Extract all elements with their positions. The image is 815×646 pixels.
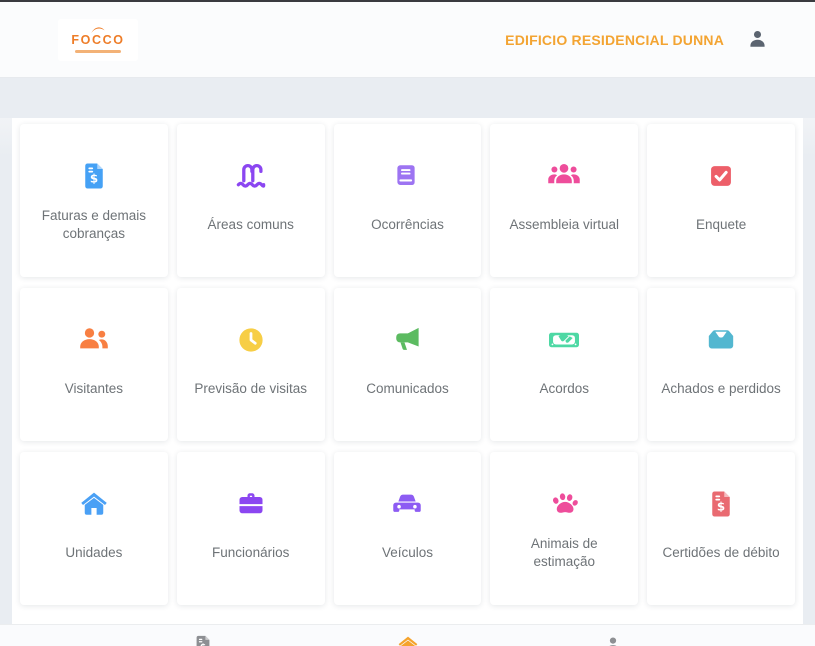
car-icon: [390, 485, 424, 523]
tile-label: Achados e perdidos: [661, 368, 780, 410]
tile-label: Faturas e demais cobranças: [29, 204, 159, 246]
tile-label: Certidões de débito: [663, 532, 780, 574]
tile-veiculos[interactable]: Veículos: [334, 452, 482, 605]
tile-assembleia-virtual[interactable]: Assembleia virtual: [490, 124, 638, 277]
invoice-dollar-icon: [79, 157, 109, 195]
building-name: EDIFICIO RESIDENCIAL DUNNA: [505, 32, 724, 48]
header-right-group: EDIFICIO RESIDENCIAL DUNNA: [505, 27, 770, 52]
home-icon: [79, 485, 109, 523]
pool-ladder-icon: [233, 157, 269, 195]
user-icon[interactable]: [745, 27, 770, 52]
tile-ocorrencias[interactable]: Ocorrências: [334, 124, 482, 277]
check-square-icon: [707, 157, 735, 195]
bottom-nav-inner: Faturas Início Meu perfil: [143, 625, 673, 646]
app-header: FOCCO EDIFICIO RESIDENCIAL DUNNA: [0, 2, 815, 78]
invoice-dollar-icon: [192, 634, 214, 646]
tile-enquete[interactable]: Enquete: [647, 124, 795, 277]
tile-certidoes-de-debito[interactable]: Certidões de débito: [647, 452, 795, 605]
tile-label: Previsão de visitas: [194, 368, 307, 410]
tile-areas-comuns[interactable]: Áreas comuns: [177, 124, 325, 277]
tile-label: Áreas comuns: [208, 204, 294, 246]
content-panel: Faturas e demais cobranças Áreas comuns …: [12, 118, 803, 646]
two-users-icon: [76, 321, 112, 359]
user-icon: [602, 634, 624, 646]
main-area: Faturas e demais cobranças Áreas comuns …: [0, 118, 815, 646]
tile-label: Veículos: [382, 532, 433, 574]
tile-label: Assembleia virtual: [510, 204, 620, 246]
focco-logo[interactable]: FOCCO: [58, 19, 138, 61]
briefcase-icon: [236, 485, 266, 523]
tile-label: Visitantes: [65, 368, 123, 410]
bottom-navigation: Faturas Início Meu perfil: [0, 624, 815, 646]
book-icon: [392, 157, 422, 195]
tile-funcionarios[interactable]: Funcionários: [177, 452, 325, 605]
logo-tagline-bar: [75, 50, 121, 53]
home-icon: [397, 634, 419, 646]
invoice-dollar-icon: [706, 485, 736, 523]
tile-previsao-de-visitas[interactable]: Previsão de visitas: [177, 288, 325, 441]
clock-icon: [236, 321, 266, 359]
tile-achados-e-perdidos[interactable]: Achados e perdidos: [647, 288, 795, 441]
nav-item-meu-perfil[interactable]: Meu perfil: [553, 634, 673, 646]
nav-item-inicio[interactable]: Início: [348, 634, 468, 646]
handshake-icon: [546, 321, 582, 359]
tile-label: Acordos: [540, 368, 590, 410]
tile-label: Animais de estimação: [499, 532, 629, 574]
tile-label: Unidades: [65, 532, 122, 574]
tile-visitantes[interactable]: Visitantes: [20, 288, 168, 441]
users-group-icon: [546, 157, 582, 195]
nav-item-faturas[interactable]: Faturas: [143, 634, 263, 646]
tile-acordos[interactable]: Acordos: [490, 288, 638, 441]
tile-label: Ocorrências: [371, 204, 444, 246]
tile-animais-de-estimacao[interactable]: Animais de estimação: [490, 452, 638, 605]
tile-label: Enquete: [696, 204, 746, 246]
paw-icon: [547, 485, 581, 523]
megaphone-icon: [390, 321, 424, 359]
inbox-tray-icon: [704, 321, 738, 359]
tile-unidades[interactable]: Unidades: [20, 452, 168, 605]
tile-label: Funcionários: [212, 532, 289, 574]
tile-comunicados[interactable]: Comunicados: [334, 288, 482, 441]
logo-text: FOCCO: [71, 34, 124, 48]
tile-grid: Faturas e demais cobranças Áreas comuns …: [12, 118, 803, 611]
tile-label: Comunicados: [366, 368, 449, 410]
tile-faturas-e-demais-cobrancas[interactable]: Faturas e demais cobranças: [20, 124, 168, 277]
